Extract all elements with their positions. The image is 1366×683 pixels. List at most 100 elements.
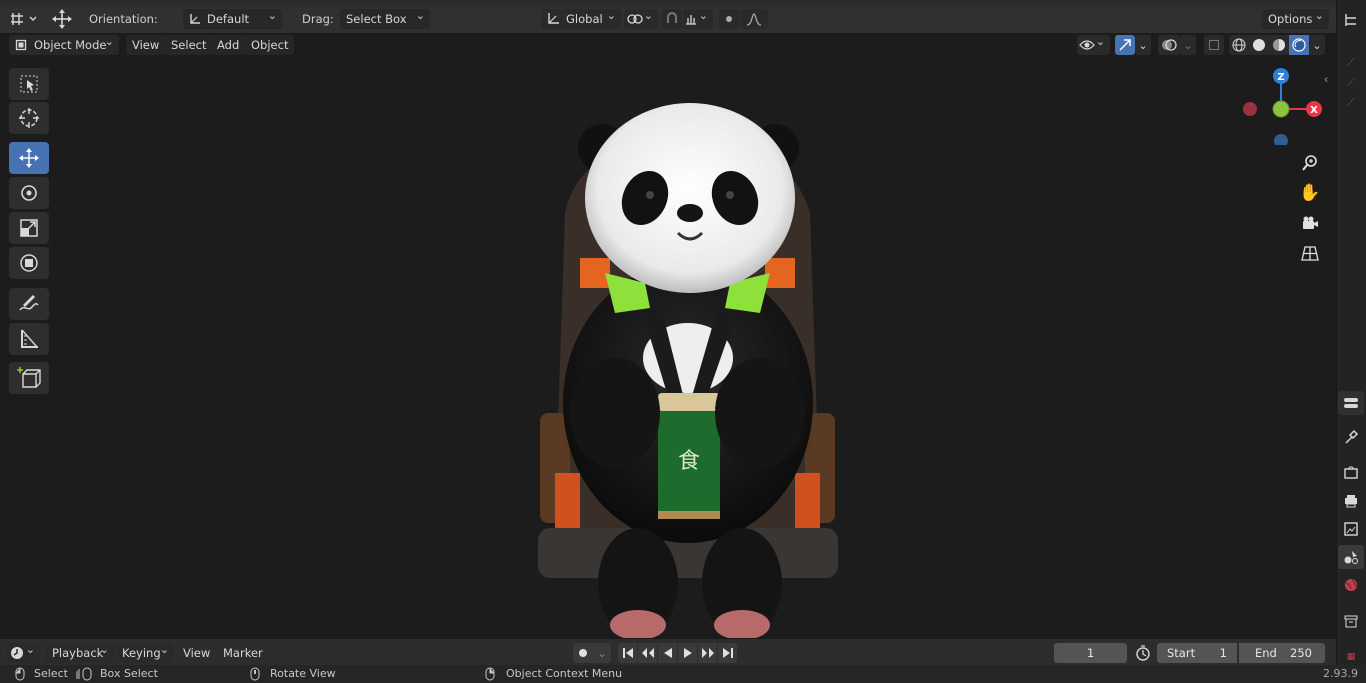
keying-menu[interactable]: Keying (116, 640, 174, 663)
editor-type-button[interactable] (8, 9, 40, 29)
timeline-editor-type[interactable] (7, 640, 40, 663)
camera-icon[interactable] (1296, 211, 1324, 235)
orientation-label: Orientation: (89, 12, 158, 26)
zoom-icon[interactable] (1296, 151, 1324, 175)
status-bar: Select Box Select Rotate View Object Con… (0, 665, 1366, 683)
mouse-right-icon (483, 665, 497, 683)
version-label: 2.93.9 (1323, 667, 1358, 680)
wireframe-shading-icon[interactable] (1229, 35, 1249, 55)
transform-orientation-dropdown[interactable]: Global (541, 6, 621, 29)
cursor-icon (18, 107, 40, 129)
mode-dropdown[interactable]: Object Mode (9, 32, 119, 55)
xray-toggle-icon[interactable] (1204, 35, 1224, 55)
move-tool-icon (48, 7, 76, 31)
rendered-shading-icon[interactable] (1289, 35, 1309, 55)
gizmo-z-label: Z (1277, 72, 1284, 83)
status-box-select: Box Select (100, 667, 158, 680)
options-label: Options (1268, 12, 1313, 26)
current-frame-field[interactable]: 1 (1054, 643, 1127, 663)
jump-end-icon[interactable] (718, 643, 737, 663)
menu-add[interactable]: Add (211, 35, 246, 55)
menu-object[interactable]: Object (245, 35, 295, 55)
sidebar-toggle-icon[interactable]: ‹ (1318, 69, 1334, 89)
svg-text:⻝: ⻝ (678, 449, 700, 474)
gizmo-options-icon[interactable]: ⌄ (1135, 35, 1151, 55)
grid-perspective-icon[interactable] (1296, 241, 1324, 265)
collection-properties-icon[interactable] (1338, 609, 1364, 633)
jump-next-keyframe-icon[interactable] (698, 643, 717, 663)
hand-pan-icon[interactable]: ✋ (1296, 181, 1324, 205)
tool-add-cube[interactable] (9, 362, 49, 394)
object-mode-icon (14, 38, 28, 52)
tool-properties-icon[interactable] (1338, 425, 1364, 449)
play-icon[interactable] (678, 643, 697, 663)
status-rotate-view: Rotate View (270, 667, 336, 680)
marker-menu[interactable]: Marker (217, 643, 269, 663)
record-keyframe-icon[interactable] (573, 643, 593, 663)
properties-editor-icon[interactable] (1338, 391, 1364, 415)
add-cube-icon (17, 366, 41, 390)
orientation-dropdown[interactable]: Default (183, 6, 282, 29)
auto-key-options-icon[interactable]: ⌄ (593, 643, 611, 663)
end-value: 250 (1290, 646, 1312, 660)
options-dropdown[interactable]: Options (1262, 6, 1329, 29)
start-frame-field[interactable]: Start 1 (1157, 643, 1237, 663)
drag-dropdown[interactable]: Select Box (340, 6, 430, 29)
overlays-options-icon[interactable]: ⌄ (1180, 35, 1196, 55)
panda-model: ⻝ (538, 103, 838, 640)
move-icon (18, 147, 40, 169)
menu-select[interactable]: Select (165, 35, 213, 55)
tool-settings-header: Orientation: Default Drag: Select Box Gl… (0, 5, 1336, 33)
preview-range-icon[interactable] (1133, 643, 1153, 663)
tool-select-box[interactable] (9, 68, 49, 100)
tool-scale[interactable] (9, 212, 49, 244)
tool-transform[interactable] (9, 247, 49, 279)
transform-icon (18, 252, 40, 274)
timeline-view-menu[interactable]: View (177, 643, 217, 663)
tool-rotate[interactable] (9, 177, 49, 209)
solid-shading-icon[interactable] (1249, 35, 1269, 55)
end-frame-field[interactable]: End 250 (1239, 643, 1325, 663)
start-label: Start (1167, 646, 1196, 660)
drag-label: Drag: (302, 12, 334, 26)
navigation-gizmo[interactable]: Z X (1236, 65, 1326, 145)
mouse-left-icon (13, 665, 27, 683)
status-context-menu: Object Context Menu (506, 667, 623, 680)
snap-target-dropdown[interactable] (683, 6, 713, 29)
outliner-icon[interactable] (1338, 8, 1364, 32)
output-properties-icon[interactable] (1338, 489, 1364, 513)
mouse-middle-icon (248, 665, 262, 683)
pivot-point-dropdown[interactable] (624, 6, 658, 29)
jump-start-icon[interactable] (618, 643, 637, 663)
overlays-icon[interactable] (1158, 35, 1180, 55)
material-shading-icon[interactable] (1269, 35, 1289, 55)
view-layer-icon[interactable] (1338, 517, 1364, 541)
select-box-icon (19, 74, 39, 94)
jump-prev-keyframe-icon[interactable] (638, 643, 657, 663)
world-properties-icon[interactable] (1338, 573, 1364, 597)
collection-icon-3[interactable]: ⟋ (1338, 90, 1364, 114)
snap-toggle-icon[interactable] (662, 9, 682, 29)
play-reverse-icon[interactable] (658, 643, 677, 663)
status-select: Select (34, 667, 68, 680)
shading-options-icon[interactable]: ⌄ (1309, 35, 1325, 55)
visibility-dropdown[interactable] (1077, 32, 1110, 55)
gizmo-x-label: X (1310, 105, 1318, 116)
texture-properties-icon[interactable]: ▦ (1338, 650, 1364, 664)
3d-viewport[interactable]: ⻝ Z X ✋ ‹ (0, 33, 1336, 640)
tool-cursor[interactable] (9, 102, 49, 134)
playback-menu[interactable]: Playback (46, 640, 114, 663)
tool-measure[interactable] (9, 323, 49, 355)
falloff-curve-icon[interactable] (740, 9, 768, 29)
tool-annotate[interactable] (9, 288, 49, 320)
gizmo-toggle-icon[interactable] (1115, 35, 1135, 55)
drag-value: Select Box (346, 12, 407, 26)
start-value: 1 (1219, 646, 1227, 660)
render-properties-icon[interactable] (1338, 461, 1364, 485)
orientation-value: Default (207, 12, 250, 26)
scene-properties-icon[interactable] (1338, 545, 1364, 569)
mouse-drag-icon (75, 665, 95, 683)
proportional-edit-icon[interactable] (719, 9, 739, 29)
tool-move[interactable] (9, 142, 49, 174)
menu-view[interactable]: View (126, 35, 166, 55)
